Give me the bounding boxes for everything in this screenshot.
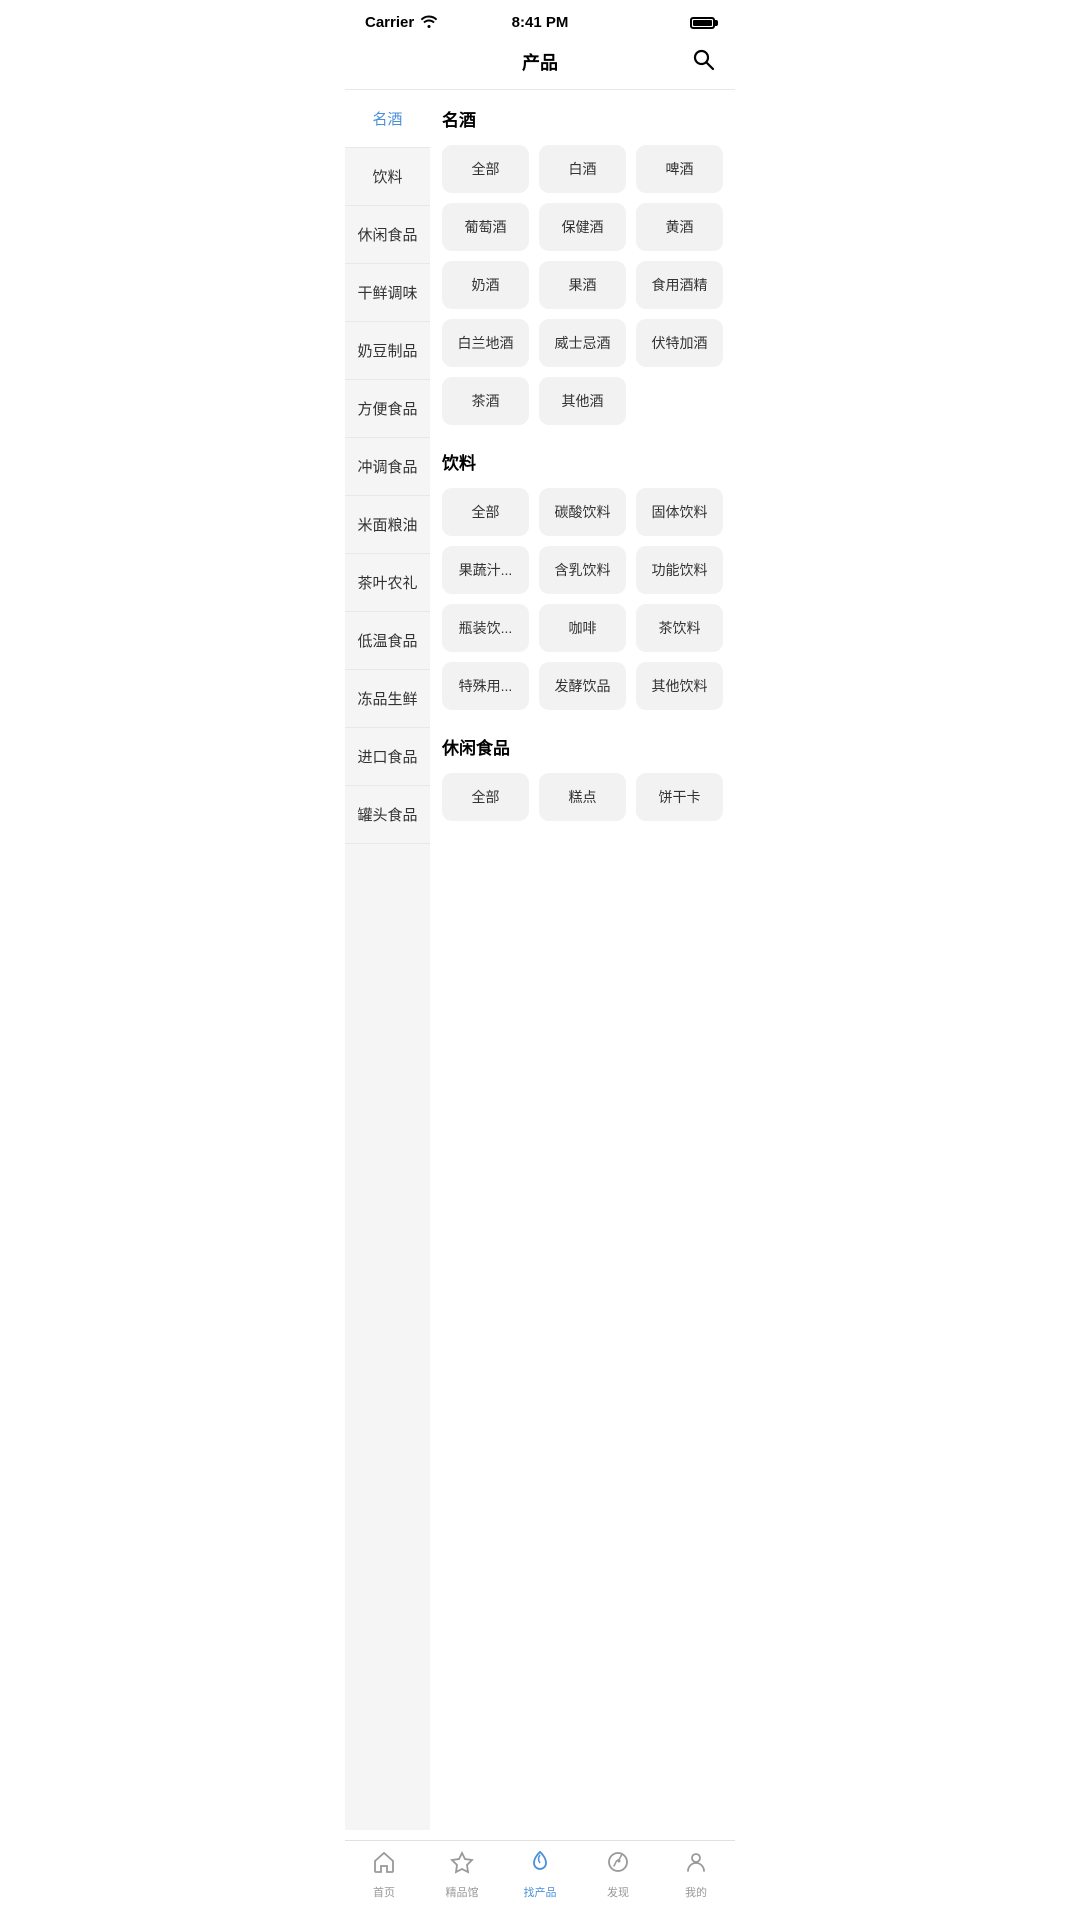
sidebar-item-yinLiao[interactable]: 饮料	[345, 148, 430, 206]
category-title-mingJiu: 名酒	[442, 106, 723, 131]
nav-find-product-label: 找产品	[524, 1884, 557, 1900]
time-label: 8:41 PM	[512, 14, 569, 31]
tags-grid-yinLiao: 全部碳酸饮料固体饮料果蔬汁...含乳饮料功能饮料瓶装饮...咖啡茶饮料特殊用..…	[442, 488, 723, 710]
tag-item[interactable]: 碳酸饮料	[539, 488, 626, 536]
tag-item[interactable]: 奶酒	[442, 261, 529, 309]
right-content: 名酒全部白酒啤酒葡萄酒保健酒黄酒奶酒果酒食用酒精白兰地酒威士忌酒伏特加酒茶酒其他…	[430, 90, 735, 1830]
page-title: 产品	[522, 49, 558, 75]
nav-find-product[interactable]: 找产品	[501, 1849, 579, 1900]
tag-item[interactable]: 茶酒	[442, 377, 529, 425]
nav-premium-label: 精品馆	[446, 1884, 479, 1900]
header: 产品	[345, 39, 735, 90]
sidebar-item-chaYe[interactable]: 茶叶农礼	[345, 554, 430, 612]
tag-item[interactable]: 白兰地酒	[442, 319, 529, 367]
tag-item[interactable]: 保健酒	[539, 203, 626, 251]
sidebar-item-guanTou[interactable]: 罐头食品	[345, 786, 430, 844]
sidebar-item-miMian[interactable]: 米面粮油	[345, 496, 430, 554]
search-button[interactable]	[691, 47, 715, 77]
premium-icon	[449, 1849, 475, 1880]
tag-item[interactable]: 发酵饮品	[539, 662, 626, 710]
nav-mine[interactable]: 我的	[657, 1849, 735, 1900]
mine-icon	[683, 1849, 709, 1880]
nav-mine-label: 我的	[685, 1884, 707, 1900]
tag-item[interactable]: 果酒	[539, 261, 626, 309]
category-section-mingJiu: 名酒全部白酒啤酒葡萄酒保健酒黄酒奶酒果酒食用酒精白兰地酒威士忌酒伏特加酒茶酒其他…	[442, 106, 723, 425]
status-bar: Carrier 8:41 PM	[345, 0, 735, 39]
tag-item[interactable]: 功能饮料	[636, 546, 723, 594]
nav-home[interactable]: 首页	[345, 1849, 423, 1900]
category-section-xiuXian: 休闲食品全部糕点饼干卡	[442, 734, 723, 821]
tags-grid-xiuXian: 全部糕点饼干卡	[442, 773, 723, 821]
battery-icon	[690, 17, 715, 29]
sidebar-item-fangBian[interactable]: 方便食品	[345, 380, 430, 438]
tag-item[interactable]: 糕点	[539, 773, 626, 821]
main-content: 名酒饮料休闲食品干鲜调味奶豆制品方便食品冲调食品米面粮油茶叶农礼低温食品冻品生鲜…	[345, 90, 735, 1830]
tag-item[interactable]: 威士忌酒	[539, 319, 626, 367]
tag-item[interactable]: 果蔬汁...	[442, 546, 529, 594]
sidebar-item-dongPin[interactable]: 冻品生鲜	[345, 670, 430, 728]
wifi-icon	[420, 14, 438, 31]
tag-item[interactable]: 葡萄酒	[442, 203, 529, 251]
find-product-icon	[527, 1849, 553, 1880]
sidebar-item-mingJiu[interactable]: 名酒	[345, 90, 430, 148]
tag-item[interactable]: 茶饮料	[636, 604, 723, 652]
home-icon	[371, 1849, 397, 1880]
sidebar-item-ganXian[interactable]: 干鲜调味	[345, 264, 430, 322]
sidebar-item-chongTiao[interactable]: 冲调食品	[345, 438, 430, 496]
tag-item[interactable]: 其他饮料	[636, 662, 723, 710]
tag-item[interactable]: 含乳饮料	[539, 546, 626, 594]
tag-item[interactable]: 黄酒	[636, 203, 723, 251]
tag-item[interactable]: 饼干卡	[636, 773, 723, 821]
tag-item[interactable]: 全部	[442, 773, 529, 821]
bottom-nav: 首页 精品馆 找产品 发现	[345, 1840, 735, 1920]
tag-item[interactable]: 瓶装饮...	[442, 604, 529, 652]
tags-grid-mingJiu: 全部白酒啤酒葡萄酒保健酒黄酒奶酒果酒食用酒精白兰地酒威士忌酒伏特加酒茶酒其他酒	[442, 145, 723, 425]
nav-discover[interactable]: 发现	[579, 1849, 657, 1900]
nav-home-label: 首页	[373, 1884, 395, 1900]
tag-item[interactable]: 其他酒	[539, 377, 626, 425]
sidebar-item-xiuXian[interactable]: 休闲食品	[345, 206, 430, 264]
tag-item[interactable]: 全部	[442, 488, 529, 536]
discover-icon	[605, 1849, 631, 1880]
tag-item[interactable]: 固体饮料	[636, 488, 723, 536]
carrier-label: Carrier	[365, 14, 414, 31]
tag-item[interactable]: 全部	[442, 145, 529, 193]
category-title-xiuXian: 休闲食品	[442, 734, 723, 759]
sidebar-item-naiDou[interactable]: 奶豆制品	[345, 322, 430, 380]
nav-discover-label: 发现	[607, 1884, 629, 1900]
category-title-yinLiao: 饮料	[442, 449, 723, 474]
tag-item[interactable]: 白酒	[539, 145, 626, 193]
tag-item[interactable]: 啤酒	[636, 145, 723, 193]
tag-item[interactable]: 食用酒精	[636, 261, 723, 309]
sidebar-item-diWen[interactable]: 低温食品	[345, 612, 430, 670]
tag-item[interactable]: 特殊用...	[442, 662, 529, 710]
nav-premium[interactable]: 精品馆	[423, 1849, 501, 1900]
sidebar-item-jinKou[interactable]: 进口食品	[345, 728, 430, 786]
sidebar: 名酒饮料休闲食品干鲜调味奶豆制品方便食品冲调食品米面粮油茶叶农礼低温食品冻品生鲜…	[345, 90, 430, 1830]
category-section-yinLiao: 饮料全部碳酸饮料固体饮料果蔬汁...含乳饮料功能饮料瓶装饮...咖啡茶饮料特殊用…	[442, 449, 723, 710]
tag-item[interactable]: 伏特加酒	[636, 319, 723, 367]
tag-item[interactable]: 咖啡	[539, 604, 626, 652]
